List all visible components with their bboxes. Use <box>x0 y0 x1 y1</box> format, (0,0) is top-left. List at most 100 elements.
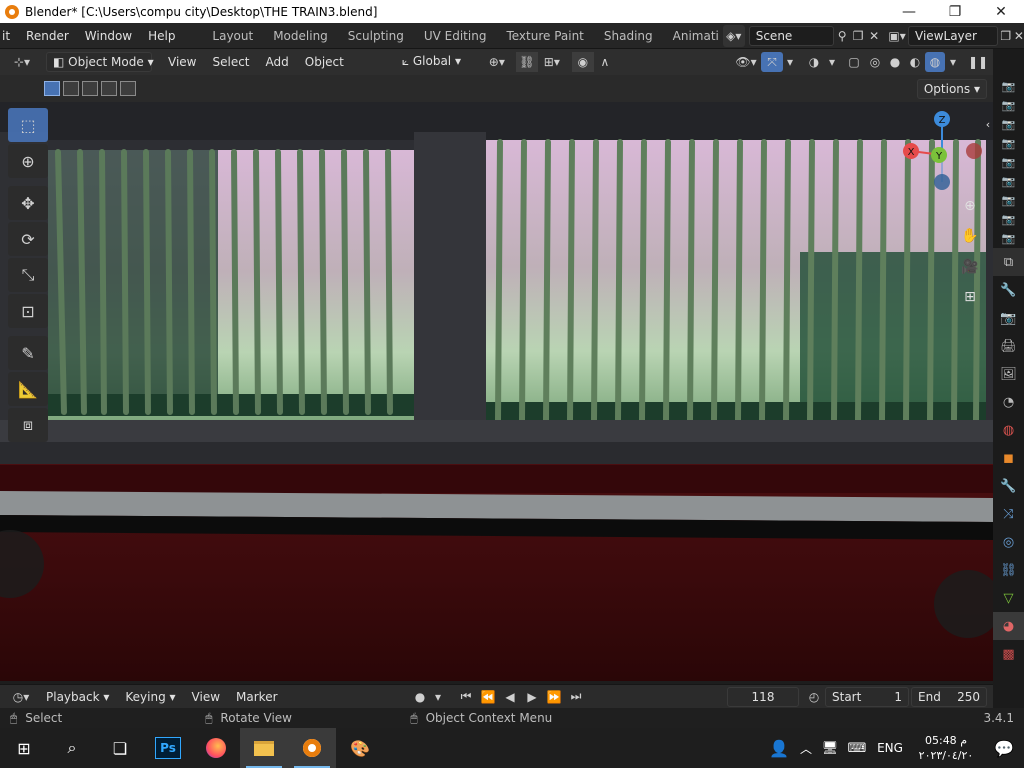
paint-app-icon[interactable]: 🎨 <box>336 728 384 768</box>
jump-end-icon[interactable]: ⏭ <box>565 687 587 707</box>
transform-tool-icon[interactable]: ⊡ <box>8 294 48 328</box>
tab-layout[interactable]: Layout <box>202 23 263 49</box>
new-view-layer-icon[interactable]: ❐ <box>998 26 1014 46</box>
pivot-point-icon[interactable]: ⊕▾ <box>482 52 512 72</box>
gizmo-toggle-icon[interactable]: ⤧ <box>761 52 783 72</box>
object-properties-icon[interactable]: ◼ <box>993 444 1024 472</box>
physics-properties-icon[interactable]: ◎ <box>993 528 1024 556</box>
falloff-icon[interactable]: ∧ <box>594 52 616 72</box>
scene-name-field[interactable]: Scene <box>748 25 835 46</box>
gizmo-neg-z-axis[interactable] <box>934 174 950 190</box>
sidebar-toggle-icon[interactable]: ‹ <box>982 112 993 136</box>
3d-viewport[interactable]: Z X Y ⊕ ✋ 🎥 ⊞ ‹ <box>0 102 993 681</box>
current-frame-field[interactable]: 118 <box>727 686 799 707</box>
language-indicator[interactable]: ENG <box>872 741 908 755</box>
network-icon[interactable]: 🖥 <box>818 728 842 768</box>
delete-view-layer-icon[interactable]: ✕ <box>1014 26 1024 46</box>
editor-type-icon[interactable]: ⊹▾ <box>4 52 40 72</box>
select-intersect-icon[interactable] <box>120 81 136 96</box>
maximize-button[interactable]: ❐ <box>932 0 978 23</box>
select-extend-icon[interactable] <box>63 81 79 96</box>
menu-help[interactable]: Help <box>140 23 183 49</box>
visibility-icon[interactable]: 👁▾ <box>731 52 761 72</box>
timeline-menu-view[interactable]: View <box>184 684 228 710</box>
wireframe-shading-icon[interactable]: ◎ <box>865 52 885 72</box>
notifications-icon[interactable]: 💬 <box>984 728 1024 768</box>
cursor-tool-icon[interactable]: ⊕ <box>8 144 48 178</box>
jump-start-icon[interactable]: ⏮ <box>455 687 477 707</box>
data-properties-icon[interactable]: ▽ <box>993 584 1024 612</box>
tab-sculpting[interactable]: Sculpting <box>338 23 414 49</box>
next-keyframe-icon[interactable]: ⏩ <box>543 687 565 707</box>
minimize-button[interactable]: — <box>886 0 932 23</box>
show-hidden-icons[interactable]: ︿ <box>794 728 818 768</box>
new-scene-icon[interactable]: ❐ <box>850 26 866 46</box>
mode-dropdown[interactable]: ◧ Object Mode ▾ <box>46 52 154 72</box>
properties-editor-icon[interactable]: ⧉ <box>993 248 1024 276</box>
scene-properties-icon[interactable]: ◔ <box>993 388 1024 416</box>
overlay-dropdown-icon[interactable]: ▾ <box>825 52 839 72</box>
shading-dropdown-icon[interactable]: ▾ <box>945 52 961 72</box>
options-dropdown[interactable]: Options ▾ <box>916 78 987 99</box>
move-tool-icon[interactable]: ✥ <box>8 186 48 220</box>
view-layer-properties-icon[interactable]: 🖼 <box>993 360 1024 388</box>
overlay-toggle-icon[interactable]: ◑ <box>803 52 825 72</box>
rotate-tool-icon[interactable]: ⟳ <box>8 222 48 256</box>
photoshop-app-icon[interactable]: Ps <box>144 728 192 768</box>
menu-select[interactable]: Select <box>204 49 257 75</box>
keying-dropdown-icon[interactable]: ▾ <box>431 687 445 707</box>
view-layer-selector-icon[interactable]: ▣▾ <box>886 26 908 46</box>
outliner-camera-icon[interactable]: 📷 <box>993 229 1024 248</box>
scale-tool-icon[interactable]: ⤡ <box>8 258 48 292</box>
close-button[interactable]: ✕ <box>978 0 1024 23</box>
snap-target-icon[interactable]: ⊞▾ <box>538 52 566 72</box>
search-icon[interactable]: ⌕ <box>48 728 96 768</box>
menu-add[interactable]: Add <box>258 49 297 75</box>
xray-toggle-icon[interactable]: ▢ <box>843 52 865 72</box>
transform-orientation-dropdown[interactable]: ⟀ Global ▾ <box>396 52 478 72</box>
material-preview-icon[interactable]: ◐ <box>905 52 925 72</box>
view-layer-field[interactable]: ViewLayer <box>908 25 998 46</box>
annotate-tool-icon[interactable]: ✎ <box>8 336 48 370</box>
add-cube-tool-icon[interactable]: ⧈ <box>8 408 48 442</box>
firefox-app-icon[interactable] <box>192 728 240 768</box>
tab-modeling[interactable]: Modeling <box>263 23 338 49</box>
pause-render-icon[interactable]: ❚❚ <box>967 52 989 72</box>
gizmo-neg-x-axis[interactable] <box>966 143 982 159</box>
select-invert-icon[interactable] <box>101 81 117 96</box>
menu-window[interactable]: Window <box>77 23 140 49</box>
tab-shading[interactable]: Shading <box>594 23 663 49</box>
material-properties-icon[interactable]: ◕ <box>993 612 1024 640</box>
particles-properties-icon[interactable]: ⤨ <box>993 500 1024 528</box>
tab-uv-editing[interactable]: UV Editing <box>414 23 497 49</box>
navigation-gizmo[interactable]: Z X Y <box>898 110 988 200</box>
timeline-editor-type-icon[interactable]: ◷▾ <box>4 687 38 707</box>
menu-object[interactable]: Object <box>297 49 352 75</box>
output-properties-icon[interactable]: 🖨 <box>993 332 1024 360</box>
timeline-menu-keying[interactable]: Keying ▾ <box>117 684 183 710</box>
outliner-camera-icon[interactable]: 📷 <box>993 77 1024 96</box>
perspective-grid-icon[interactable]: ⊞ <box>958 285 982 309</box>
modifier-properties-icon[interactable]: 🔧 <box>993 472 1024 500</box>
timeline-menu-marker[interactable]: Marker <box>228 684 285 710</box>
prev-keyframe-icon[interactable]: ⏪ <box>477 687 499 707</box>
clock[interactable]: 05:48 م ٢٠٢٣/٠٤/٢٠ <box>908 733 984 763</box>
timeline-menu-playback[interactable]: Playback ▾ <box>38 684 117 710</box>
camera-view-icon[interactable]: 🎥 <box>958 255 982 279</box>
pan-hand-icon[interactable]: ✋ <box>958 224 982 248</box>
outliner-camera-icon[interactable]: 📷 <box>993 191 1024 210</box>
menu-view[interactable]: View <box>160 49 204 75</box>
outliner-camera-icon[interactable]: 📷 <box>993 153 1024 172</box>
task-view-icon[interactable]: ❏ <box>96 728 144 768</box>
play-reverse-icon[interactable]: ◀ <box>499 687 521 707</box>
tab-texture-paint[interactable]: Texture Paint <box>496 23 593 49</box>
outliner-camera-icon[interactable]: 📷 <box>993 96 1024 115</box>
outliner-camera-icon[interactable]: 📷 <box>993 172 1024 191</box>
tab-animation[interactable]: Animati <box>663 23 723 49</box>
people-icon[interactable]: 👤 <box>764 728 794 768</box>
gizmo-dropdown-icon[interactable]: ▾ <box>783 52 797 72</box>
file-explorer-app-icon[interactable] <box>240 728 288 768</box>
outliner-camera-icon[interactable]: 📷 <box>993 210 1024 229</box>
world-properties-icon[interactable]: ◍ <box>993 416 1024 444</box>
end-frame-field[interactable]: End 250 <box>911 686 987 707</box>
